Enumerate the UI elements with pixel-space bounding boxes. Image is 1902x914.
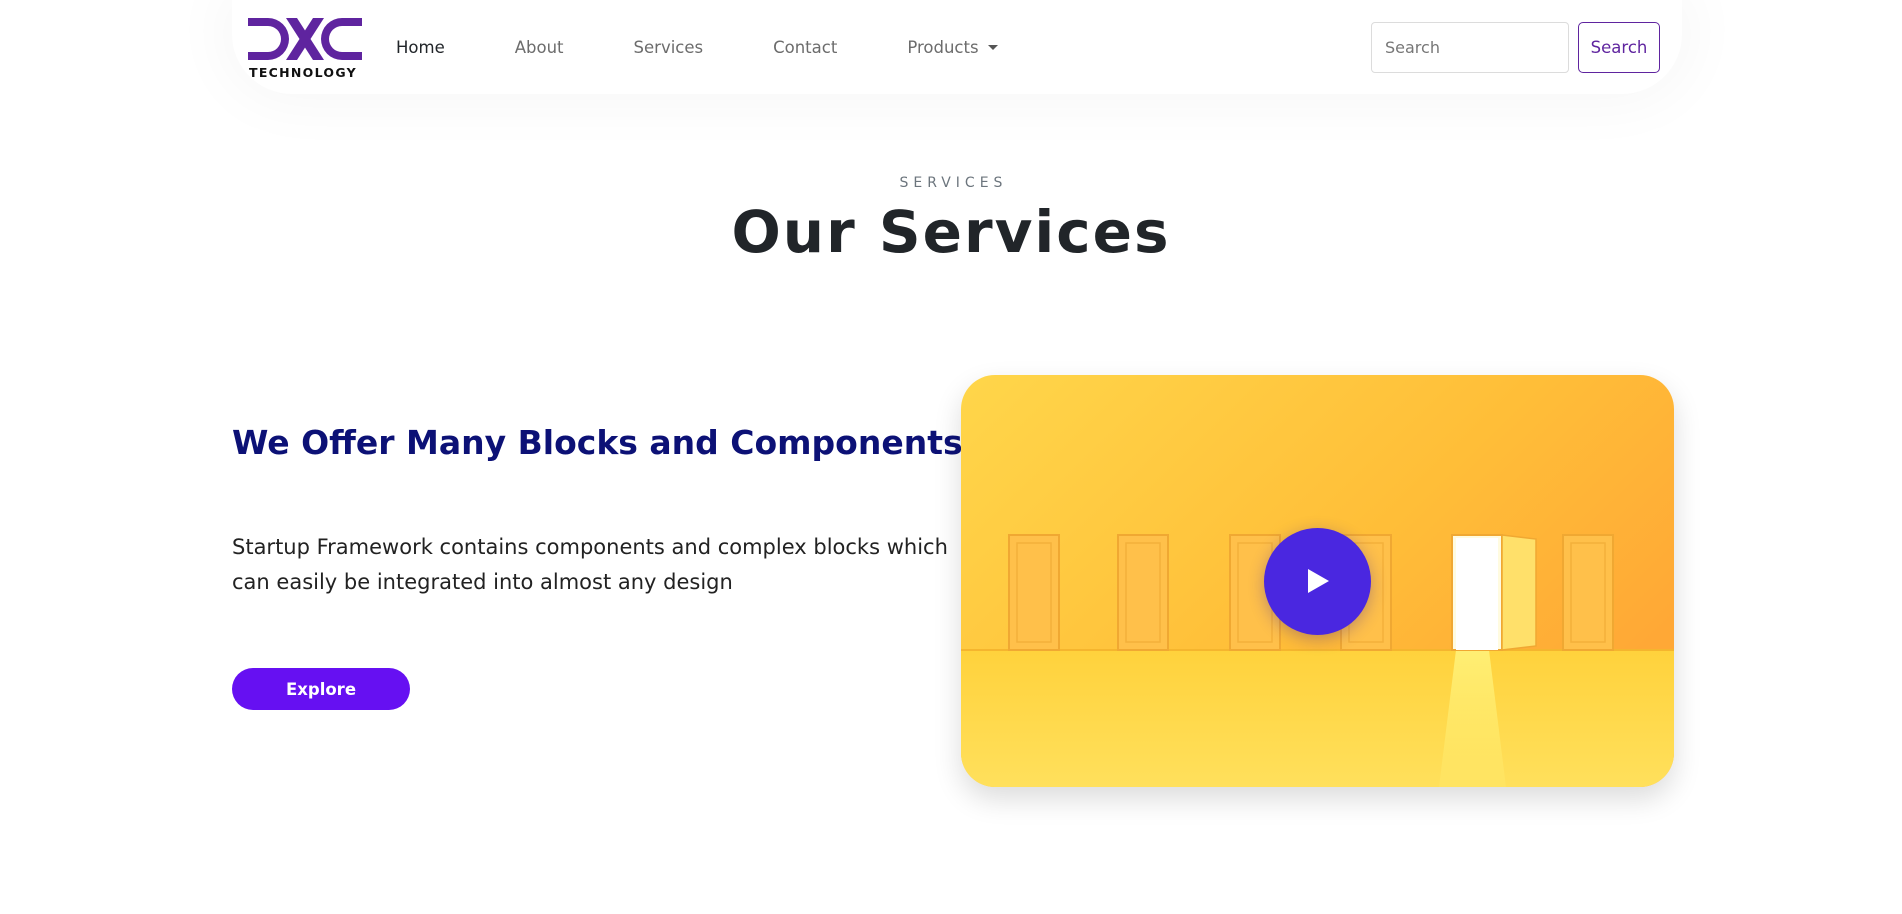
nav-item-about[interactable]: About [515, 38, 564, 57]
search-button[interactable]: Search [1578, 22, 1660, 73]
nav-item-home[interactable]: Home [396, 38, 445, 57]
nav-item-label: About [514, 37, 564, 57]
brand-tagline: TECHNOLOGY [249, 65, 357, 80]
content-heading: We Offer Many Blocks and Components [232, 423, 963, 462]
nav-item-contact[interactable]: Contact [773, 38, 837, 57]
nav-item-label: Products [907, 37, 979, 57]
section-eyebrow: SERVICES [899, 175, 1008, 191]
nav-links: Home About Services Contact Products [396, 0, 1068, 94]
nav-item-label: Contact [773, 37, 838, 57]
search-input[interactable] [1371, 22, 1569, 73]
section-title: Our Services [731, 198, 1171, 266]
explore-button[interactable]: Explore [232, 668, 410, 710]
video-thumbnail[interactable] [961, 375, 1674, 787]
nav-item-products-dropdown[interactable]: Products [907, 37, 998, 57]
top-navbar: TECHNOLOGY Home About Services Contact P… [232, 0, 1682, 94]
nav-item-services[interactable]: Services [634, 38, 704, 57]
caret-down-icon [987, 44, 998, 50]
brand-logo[interactable]: TECHNOLOGY [248, 17, 362, 80]
nav-item-label: Services [633, 37, 704, 57]
play-icon [1308, 569, 1329, 593]
content-description: Startup Framework contains components an… [232, 535, 948, 594]
nav-item-label: Home [396, 37, 445, 57]
dxc-logo-mark [248, 18, 362, 60]
play-button[interactable] [1264, 528, 1371, 635]
